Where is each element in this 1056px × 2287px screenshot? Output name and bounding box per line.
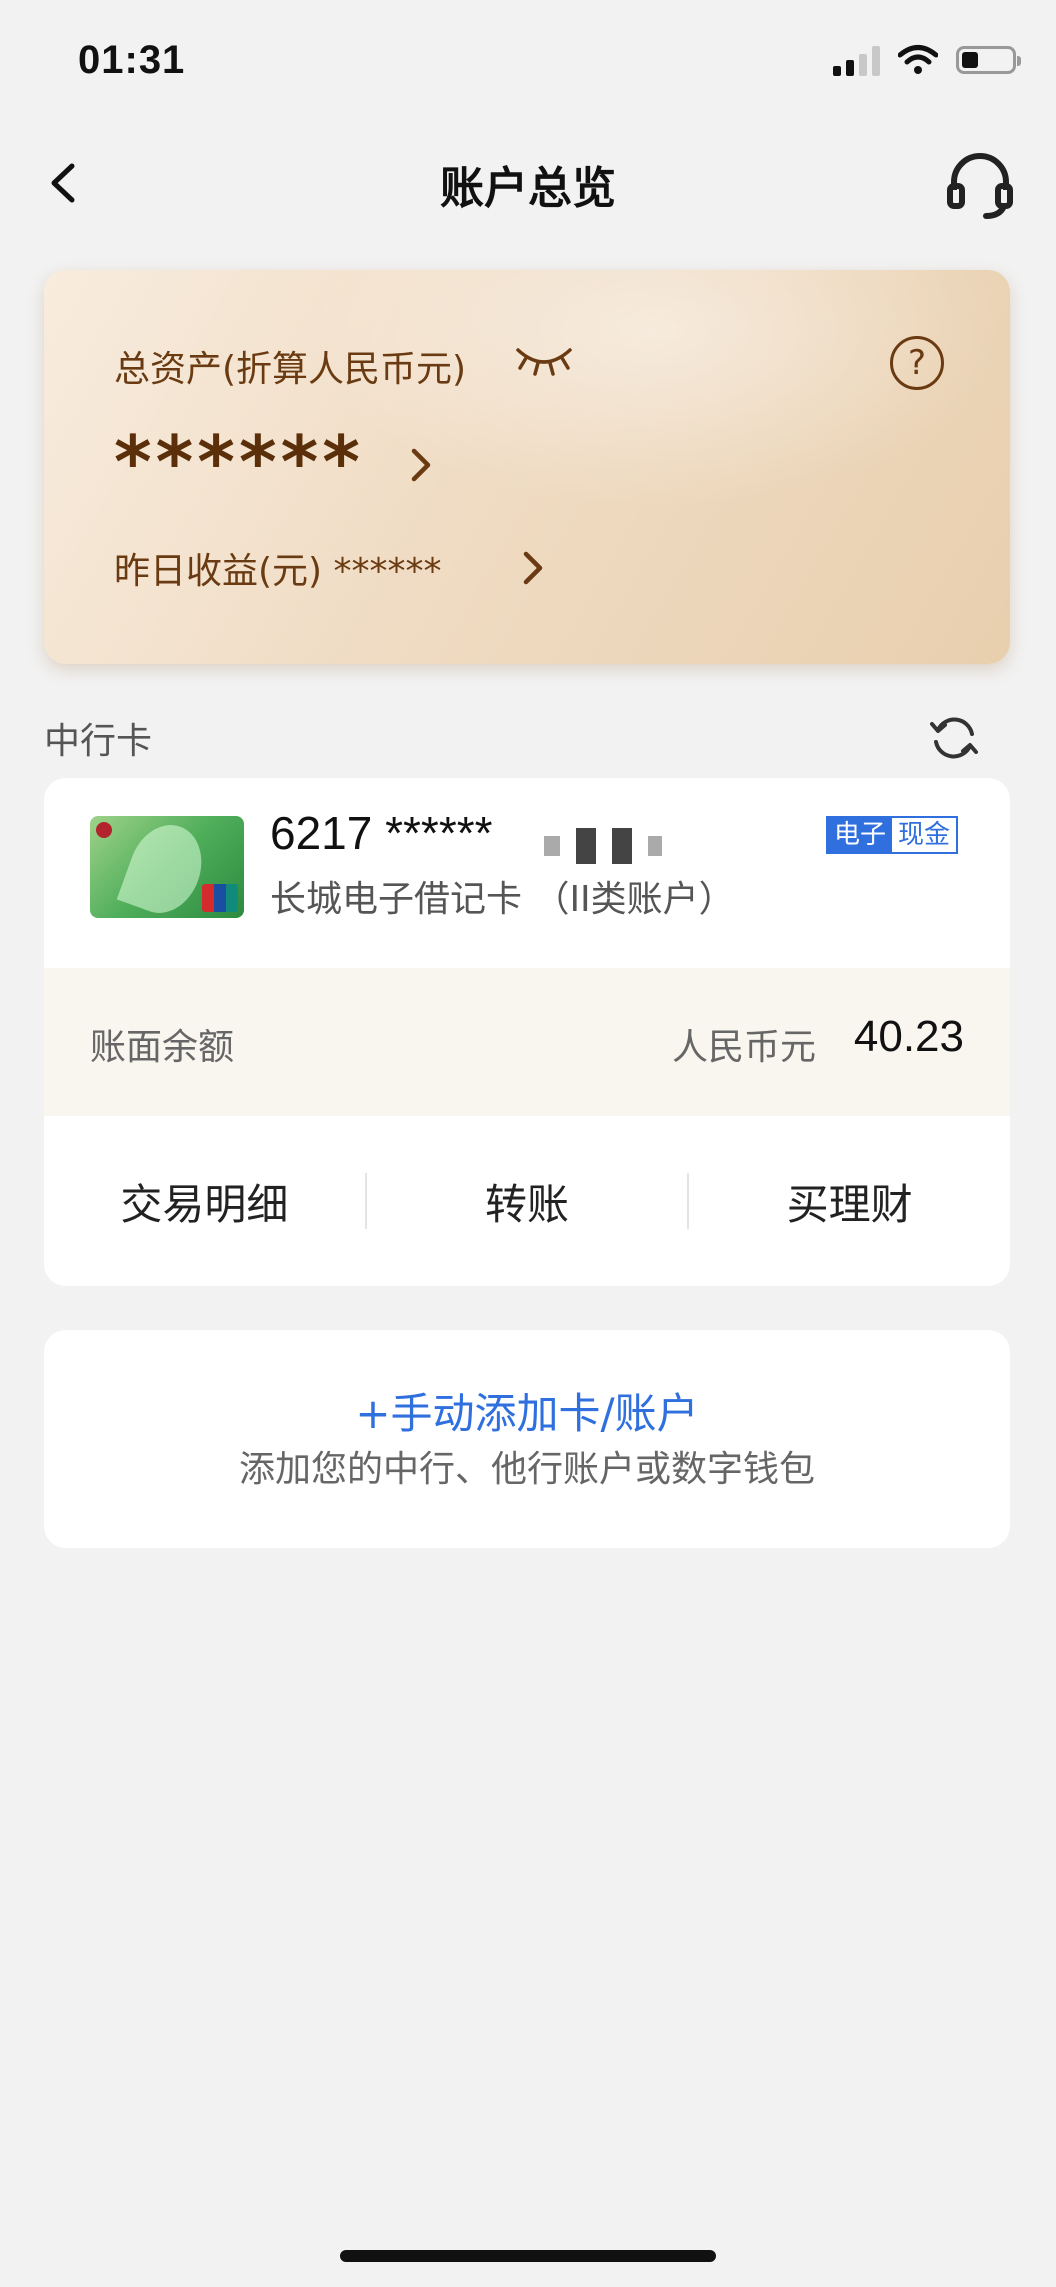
buy-wealth-button[interactable]: 买理财 [689,1171,1010,1232]
status-time: 01:31 [78,38,186,82]
chevron-right-icon[interactable] [518,548,548,588]
page-title: 账户总览 [440,163,616,214]
total-assets-label: 总资产(折算人民币元) [114,349,467,390]
tag-electronic: 电子 [827,818,892,852]
battery-icon [956,46,1021,74]
headset-icon[interactable] [944,150,1016,222]
card-number: 6217 ****** [270,807,493,859]
bank-card-panel[interactable]: 6217 ****** 电子 现金 长城电子借记卡 （II类账户） 账面余额 人… [44,778,1010,1286]
transaction-details-button[interactable]: 交易明细 [44,1171,365,1232]
total-assets-card[interactable]: 总资产(折算人民币元) ? ****** 昨日收益(元) ****** [44,270,1010,664]
home-indicator [340,2250,716,2262]
status-bar: 01:31 [0,0,1056,120]
wifi-icon [898,45,938,74]
bank-logo-icon [96,822,112,838]
help-icon[interactable]: ? [890,336,944,390]
section-title-boc-cards: 中行卡 [44,721,153,762]
signal-icon [833,44,880,76]
status-icons [833,44,1021,76]
nav-bar: 账户总览 [0,130,1056,240]
card-tag: 电子 现金 [825,816,958,854]
add-account-button[interactable]: +手动添加卡/账户 [44,1380,1010,1441]
add-account-subtitle: 添加您的中行、他行账户或数字钱包 [238,1449,815,1490]
total-assets-value: ****** [114,420,364,504]
card-number-mask [544,828,662,864]
tag-cash: 现金 [897,820,950,850]
chevron-right-icon[interactable] [406,445,436,485]
currency-label: 人民币元 [671,1027,816,1068]
refresh-icon[interactable] [928,712,980,764]
balance-row: 账面余额 人民币元 40.23 [44,968,1010,1116]
leaf-graphic [116,816,214,918]
unionpay-logo-icon [202,884,238,912]
card-actions: 交易明细 转账 买理财 [44,1116,1010,1286]
transfer-button[interactable]: 转账 [367,1171,688,1232]
add-account-panel[interactable]: +手动添加卡/账户 添加您的中行、他行账户或数字钱包 [44,1330,1010,1548]
card-type: 长城电子借记卡 （II类账户） [270,879,735,920]
eye-closed-icon[interactable] [514,340,574,380]
yesterday-yield: 昨日收益(元) ****** [114,551,442,592]
balance-amount: 40.23 [853,1012,964,1061]
card-image [90,816,244,918]
balance-label: 账面余额 [90,1027,235,1068]
